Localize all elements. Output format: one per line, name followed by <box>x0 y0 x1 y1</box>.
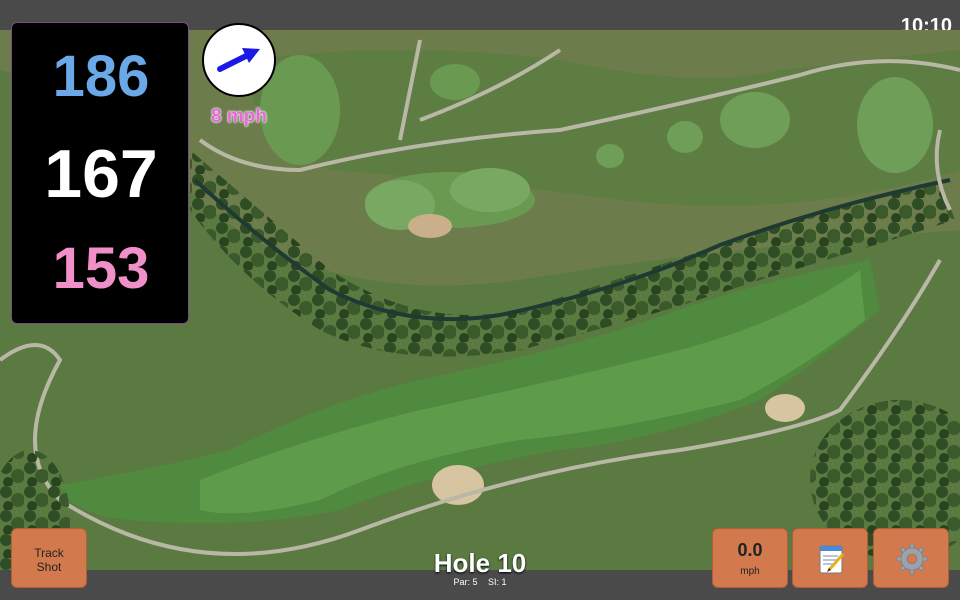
speed-button[interactable]: 0.0 mph <box>712 528 788 588</box>
distance-panel: 186 167 153 <box>11 22 189 324</box>
back-distance: 186 <box>52 44 150 109</box>
gear-icon <box>896 543 928 575</box>
hole-title: Hole 10 <box>433 548 527 578</box>
arrow-up-right-icon <box>217 48 260 72</box>
speed-value: 0.0 <box>737 540 763 560</box>
middle-distance: 167 <box>44 136 158 212</box>
notepad-icon <box>819 545 845 574</box>
track-shot-label-line2: Shot <box>36 560 62 574</box>
stroke-index-label: SI: 1 <box>488 577 507 587</box>
wind-direction-dial <box>202 23 276 97</box>
settings-button[interactable] <box>873 528 949 588</box>
speed-unit: mph <box>740 566 760 577</box>
track-shot-label-line1: Track <box>34 546 64 560</box>
track-shot-button[interactable]: Track Shot <box>11 528 87 588</box>
front-distance: 153 <box>52 236 150 301</box>
par-label: Par: 5 <box>453 577 478 587</box>
hole-info: Par: 5 SI: 1 <box>380 577 580 587</box>
wind-speed-label: 8 mph <box>211 106 267 127</box>
notes-button[interactable] <box>792 528 868 588</box>
